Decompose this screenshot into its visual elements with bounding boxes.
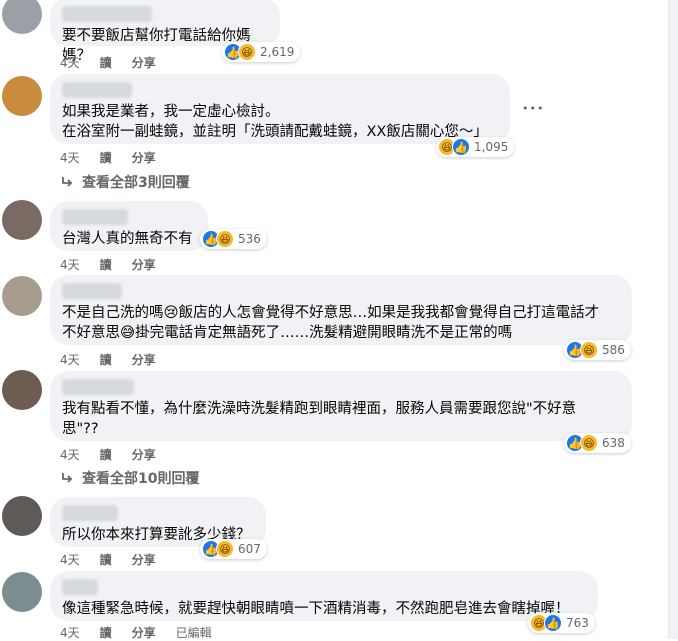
share-link[interactable]: 分享	[132, 54, 156, 71]
like-icon: 👍	[452, 138, 470, 156]
view-replies-label: 查看全部3則回覆	[82, 175, 190, 191]
reaction-summary[interactable]: 👍 😆 2,619	[222, 42, 301, 62]
comment-bubble: 不是自己洗的嗎😢飯店的人怎會覺得不好意思…如果是我我都會覺得自己打這電話才 不好…	[50, 275, 632, 345]
avatar[interactable]	[2, 200, 42, 240]
comment-actions: 4天 讀 分享	[60, 446, 156, 463]
comment-actions: 4天 讀 分享	[60, 551, 156, 568]
avatar[interactable]	[2, 572, 42, 612]
reply-link[interactable]: 讀	[100, 256, 112, 273]
scrollbar[interactable]	[668, 0, 678, 639]
reply-arrow-icon	[62, 177, 73, 187]
comment-bubble: 像這種緊急時候，就要趕快朝眼睛噴一下酒精消毒，不然跑肥皂進去會瞎掉喔！	[50, 571, 598, 621]
haha-icon: 😆	[580, 341, 598, 359]
comment-bubble: 台灣人真的無奇不有	[50, 201, 208, 251]
reaction-count: 638	[602, 436, 625, 450]
reaction-count: 586	[602, 343, 625, 357]
share-link[interactable]: 分享	[132, 351, 156, 368]
reply-link[interactable]: 讀	[100, 54, 112, 71]
reaction-count: 763	[566, 616, 589, 630]
comment-text: 台灣人真的無奇不有	[62, 231, 193, 247]
comment-text: 如果我是業者，我一定虛心檢討。 在浴室附一副蛙鏡，並註明「洗頭請配戴蛙鏡，XX飯…	[62, 104, 488, 140]
comment-bubble: 要不要飯店幫你打電話給你媽媽？	[50, 0, 280, 64]
avatar[interactable]	[2, 0, 42, 34]
reaction-summary[interactable]: 👍 😆 586	[564, 340, 631, 360]
comment-bubble: 如果我是業者，我一定虛心檢討。 在浴室附一副蛙鏡，並註明「洗頭請配戴蛙鏡，XX飯…	[50, 74, 510, 144]
timestamp[interactable]: 4天	[60, 149, 80, 166]
share-link[interactable]: 分享	[132, 446, 156, 463]
comment-actions: 4天 讀 分享	[60, 54, 156, 71]
avatar[interactable]	[2, 370, 42, 410]
reaction-summary[interactable]: 😆 👍 1,095	[436, 137, 515, 157]
timestamp[interactable]: 4天	[60, 256, 80, 273]
share-link[interactable]: 分享	[132, 256, 156, 273]
reaction-count: 1,095	[474, 140, 509, 154]
reply-link[interactable]: 讀	[100, 351, 112, 368]
reaction-count: 536	[238, 232, 261, 246]
edited-label: 已編輯	[175, 626, 212, 640]
timestamp[interactable]: 4天	[60, 446, 80, 463]
comment-bubble: 我有點看不懂，為什麼洗澡時洗髮精跑到眼睛裡面，服務人員需要跟您說"不好意 思"?…	[50, 371, 632, 441]
reply-arrow-icon	[62, 473, 73, 483]
timestamp[interactable]: 4天	[60, 624, 80, 641]
timestamp[interactable]: 4天	[60, 351, 80, 368]
more-options-icon[interactable]: •••	[522, 103, 544, 114]
haha-icon: 😆	[238, 43, 256, 61]
comment-text: 不是自己洗的嗎😢飯店的人怎會覺得不好意思…如果是我我都會覺得自己打這電話才 不好…	[62, 305, 600, 341]
share-link[interactable]: 分享	[132, 624, 156, 641]
author-name[interactable]	[62, 6, 152, 22]
timestamp[interactable]: 4天	[60, 54, 80, 71]
reaction-summary[interactable]: 👍 😆 536	[200, 229, 267, 249]
reply-link[interactable]: 讀	[100, 551, 112, 568]
view-replies-label: 查看全部10則回覆	[82, 471, 200, 487]
timestamp[interactable]: 4天	[60, 551, 80, 568]
view-replies-link[interactable]: 查看全部10則回覆	[60, 468, 199, 488]
view-replies-link[interactable]: 查看全部3則回覆	[60, 172, 190, 192]
author-name[interactable]	[62, 283, 122, 299]
comment-text: 我有點看不懂，為什麼洗澡時洗髮精跑到眼睛裡面，服務人員需要跟您說"不好意 思"?…	[62, 401, 577, 437]
reaction-summary[interactable]: 👍 😆 607	[200, 539, 267, 559]
author-name[interactable]	[62, 505, 118, 521]
author-name[interactable]	[62, 379, 134, 395]
like-icon: 👍	[544, 614, 562, 632]
comment-actions: 4天 讀 分享 已編輯	[60, 624, 212, 641]
haha-icon: 😆	[580, 434, 598, 452]
comment-actions: 4天 讀 分享	[60, 351, 156, 368]
haha-icon: 😆	[216, 230, 234, 248]
comment-actions: 4天 讀 分享	[60, 256, 156, 273]
haha-icon: 😆	[216, 540, 234, 558]
avatar[interactable]	[2, 76, 42, 116]
author-name[interactable]	[62, 579, 98, 595]
share-link[interactable]: 分享	[132, 149, 156, 166]
reply-link[interactable]: 讀	[100, 446, 112, 463]
reaction-summary[interactable]: 😆 👍 763	[528, 613, 595, 633]
reaction-count: 607	[238, 542, 261, 556]
avatar[interactable]	[2, 496, 42, 536]
reply-link[interactable]: 讀	[100, 149, 112, 166]
reply-link[interactable]: 讀	[100, 624, 112, 641]
author-name[interactable]	[62, 82, 132, 98]
reaction-count: 2,619	[260, 45, 295, 59]
share-link[interactable]: 分享	[132, 551, 156, 568]
comment-text: 像這種緊急時候，就要趕快朝眼睛噴一下酒精消毒，不然跑肥皂進去會瞎掉喔！	[62, 601, 570, 617]
comment-actions: 4天 讀 分享	[60, 149, 156, 166]
author-name[interactable]	[62, 209, 128, 225]
avatar[interactable]	[2, 276, 42, 316]
reaction-summary[interactable]: 👍 😆 638	[564, 433, 631, 453]
